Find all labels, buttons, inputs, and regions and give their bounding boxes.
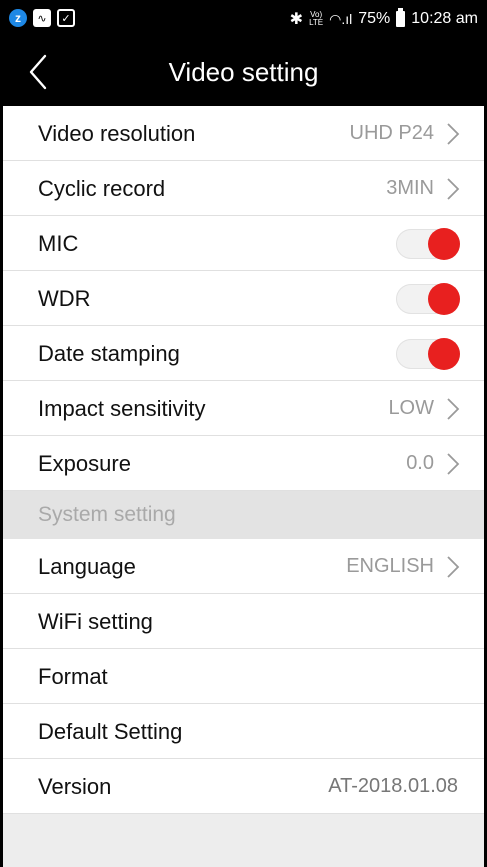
row-value: ENGLISH xyxy=(346,555,434,577)
nav-bar: Video setting xyxy=(3,38,484,106)
volte-icon: Vo) LTE xyxy=(309,10,324,27)
settings-list: Video resolution UHD P24 Cyclic record 3… xyxy=(3,106,484,814)
row-label: WiFi setting xyxy=(38,609,153,634)
row-value: LOW xyxy=(388,397,434,419)
back-button[interactable] xyxy=(23,52,53,92)
toggle-knob xyxy=(428,338,460,370)
row-wifi-setting[interactable]: WiFi setting xyxy=(3,594,484,649)
row-label: Cyclic record xyxy=(38,176,166,201)
version-value: AT-2018.01.08 xyxy=(328,775,458,797)
row-mic: MIC xyxy=(3,216,484,271)
row-exposure[interactable]: Exposure 0.0 xyxy=(3,436,484,491)
date-stamping-toggle[interactable] xyxy=(396,338,460,370)
chevron-right-icon xyxy=(447,178,460,200)
row-value: 3MIN xyxy=(386,177,434,199)
mic-toggle[interactable] xyxy=(396,228,460,260)
chevron-right-icon xyxy=(447,453,460,475)
toggle-knob xyxy=(428,283,460,315)
row-label: WDR xyxy=(38,286,91,311)
toggle-knob xyxy=(428,228,460,260)
row-label: Impact sensitivity xyxy=(38,396,206,421)
row-default-setting[interactable]: Default Setting xyxy=(3,704,484,759)
chevron-right-icon xyxy=(447,123,460,145)
app-screen: z ∿ ✓ ✱ Vo) LTE ◠.ıl 75% 10:28 am Video s… xyxy=(3,0,484,867)
row-label: Version xyxy=(38,774,112,799)
row-label: Language xyxy=(38,554,136,579)
bluetooth-icon: ✱ xyxy=(289,11,304,28)
row-impact-sensitivity[interactable]: Impact sensitivity LOW xyxy=(3,381,484,436)
z-app-icon: z xyxy=(9,9,27,27)
wdr-toggle[interactable] xyxy=(396,283,460,315)
chevron-right-icon xyxy=(447,398,460,420)
row-label: MIC xyxy=(38,231,79,256)
row-label: Exposure xyxy=(38,451,131,476)
section-title: System setting xyxy=(38,503,176,526)
row-value: 0.0 xyxy=(406,452,434,474)
wifi-signal-icon: ◠.ıl xyxy=(329,10,353,27)
section-header-system: System setting xyxy=(3,491,484,539)
row-version: Version AT-2018.01.08 xyxy=(3,759,484,814)
wave-app-icon: ∿ xyxy=(33,9,51,27)
row-format[interactable]: Format xyxy=(3,649,484,704)
page-title: Video setting xyxy=(168,57,319,87)
row-label: Default Setting xyxy=(38,719,183,744)
row-value: UHD P24 xyxy=(349,122,434,144)
chevron-left-icon xyxy=(29,54,47,90)
checkbox-icon: ✓ xyxy=(57,9,75,27)
row-video-resolution[interactable]: Video resolution UHD P24 xyxy=(3,106,484,161)
battery-icon xyxy=(396,8,406,27)
battery-percent: 75% xyxy=(358,10,391,27)
row-date-stamping: Date stamping xyxy=(3,326,484,381)
status-bar: z ∿ ✓ ✱ Vo) LTE ◠.ıl 75% 10:28 am xyxy=(3,0,484,38)
row-label: Format xyxy=(38,664,108,689)
row-wdr: WDR xyxy=(3,271,484,326)
row-cyclic-record[interactable]: Cyclic record 3MIN xyxy=(3,161,484,216)
row-label: Date stamping xyxy=(38,341,180,366)
status-left-icons: z ∿ ✓ xyxy=(9,9,75,27)
chevron-right-icon xyxy=(447,556,460,578)
clock: 10:28 am xyxy=(411,10,478,27)
status-right-icons: ✱ Vo) LTE ◠.ıl 75% 10:28 am xyxy=(289,8,478,29)
row-label: Video resolution xyxy=(38,121,196,146)
row-language[interactable]: Language ENGLISH xyxy=(3,539,484,594)
